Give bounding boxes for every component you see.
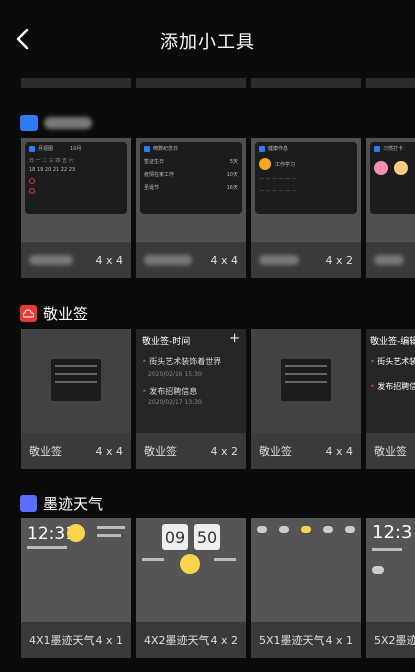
- app-icon: [144, 145, 150, 152]
- habit-icon: [374, 161, 388, 175]
- clock-digit-hour: 09: [162, 524, 188, 550]
- moon-icon: [180, 554, 200, 574]
- weather-icon: [372, 566, 384, 574]
- widget-name: 4X2墨迹天气: [144, 634, 210, 647]
- widget-card[interactable]: 敬业签-编辑 • 街头艺术装饰 • 发布招聘信息 敬业签: [366, 329, 415, 469]
- widget-name: 5X1墨迹天气: [259, 634, 325, 647]
- widget-card[interactable]: 12:31 4X1墨迹天气 4 x 1: [21, 518, 131, 658]
- widget-card[interactable]: 12:3 5X2墨迹天气: [366, 518, 415, 658]
- countdown-days: 10天: [226, 172, 238, 178]
- countdown-days: 16天: [226, 185, 238, 191]
- partial-widget-card[interactable]: [251, 78, 361, 88]
- widget-card[interactable]: 5X1墨迹天气 4 x 1: [251, 518, 361, 658]
- blurred-widget-name: [29, 255, 73, 265]
- weather-icon: [345, 526, 355, 533]
- widget-size: 4 x 1: [325, 633, 354, 647]
- weather-icon: [323, 526, 333, 533]
- partial-widget-card[interactable]: [21, 78, 131, 88]
- widget-preview-title: 健康作息: [268, 146, 289, 152]
- weather-icon: [301, 526, 311, 533]
- blurred-widget-name: [374, 255, 404, 265]
- note-date: 2020/02/16 15:30: [148, 371, 202, 378]
- widget-card[interactable]: 习惯打卡: [366, 138, 415, 278]
- widget-name: 敬业签: [259, 445, 292, 458]
- countdown-item: 疫情在家工作: [144, 172, 175, 178]
- moon-icon: [67, 524, 85, 542]
- widget-preview-title: 月视图: [38, 146, 54, 152]
- widget-size: 4 x 4: [95, 444, 124, 458]
- widget-name: 敬业签: [144, 445, 177, 458]
- widget-size: 4 x 2: [325, 253, 354, 267]
- widget-preview-title: 敬业签-编辑: [370, 337, 415, 347]
- countdown-days: 5天: [229, 159, 238, 165]
- widget-card[interactable]: 敬业签-时间 + • 街头艺术装饰着世界 2020/02/16 15:30 • …: [136, 329, 246, 469]
- widget-card[interactable]: 敬业签 4 x 4: [21, 329, 131, 469]
- moji-weather-app-icon: [20, 494, 37, 512]
- section-title: 墨迹天气: [43, 494, 104, 513]
- partial-widget-card[interactable]: [366, 78, 415, 88]
- widget-size: 4 x 1: [95, 633, 124, 647]
- note-text: 发布招聘信息: [149, 387, 198, 396]
- widget-card[interactable]: 健康作息 工作学习 — — — — — — — — — — — — 4 x 2: [251, 138, 361, 278]
- widget-name: 5X2墨迹天气: [374, 634, 415, 647]
- widget-size: 4 x 4: [325, 444, 354, 458]
- widget-card[interactable]: 敬业签 4 x 4: [251, 329, 361, 469]
- section-title: 敬业签: [43, 304, 89, 323]
- clock-icon: [259, 158, 271, 170]
- countdown-item: 圣诞节: [144, 185, 160, 191]
- jingyeqian-app-icon: [20, 304, 37, 322]
- partial-widget-card[interactable]: [136, 78, 246, 88]
- plus-icon: +: [229, 331, 240, 346]
- app-icon: [29, 145, 35, 152]
- widget-preview-title: 倒数纪念日: [153, 146, 179, 152]
- app-header: 添加小工具: [0, 0, 415, 78]
- app-icon: [20, 115, 38, 131]
- widget-row-jingyeqian: 敬业签 4 x 4 敬业签-时间 + • 街头艺术装饰着世界 2020/02/1…: [21, 329, 415, 469]
- widget-name: 4X1墨迹天气: [29, 634, 95, 647]
- blurred-widget-name: [144, 255, 192, 265]
- note-text: 发布招聘信息: [377, 382, 415, 391]
- app-icon: [374, 145, 380, 152]
- blurred-widget-name: [259, 255, 299, 265]
- widget-row-calendar: 月视图 10月 日 一 二 三 四 五 六 18 19 20 21 22 23 …: [21, 138, 415, 278]
- section-header-calendar: [20, 113, 92, 133]
- note-date: 2020/02/17 13:30: [148, 399, 202, 406]
- countdown-item: 签证生日: [144, 159, 165, 165]
- note-text: 街头艺术装饰着世界: [149, 357, 222, 366]
- widget-size: 4 x 4: [95, 253, 124, 267]
- widget-name: 敬业签: [374, 445, 407, 458]
- section-header-moji: 墨迹天气: [20, 493, 103, 513]
- widget-card[interactable]: 倒数纪念日 签证生日 5天 疫情在家工作 10天 圣诞节 16天 4 x 4: [136, 138, 246, 278]
- widget-row-moji: 12:31 4X1墨迹天气 4 x 1 09 50 4X2墨迹天气 4 x 2: [21, 518, 415, 658]
- weather-icon: [257, 526, 267, 533]
- widget-name: 敬业签: [29, 445, 62, 458]
- widget-preview-title: 敬业签-时间: [142, 337, 191, 347]
- widget-time: 12:3: [372, 522, 413, 543]
- widget-preview-title: 习惯打卡: [383, 146, 404, 152]
- widget-month: 10月: [70, 146, 82, 152]
- note-text: 街头艺术装饰: [377, 357, 415, 366]
- clock-digit-minute: 50: [194, 524, 220, 550]
- widget-size: 4 x 2: [210, 633, 239, 647]
- habit-icon: [394, 161, 408, 175]
- app-icon: [259, 145, 265, 152]
- schedule-task: 工作学习: [275, 161, 296, 168]
- widget-card[interactable]: 月视图 10月 日 一 二 三 四 五 六 18 19 20 21 22 23 …: [21, 138, 131, 278]
- widget-card[interactable]: 09 50 4X2墨迹天气 4 x 2: [136, 518, 246, 658]
- widget-size: 4 x 2: [210, 444, 239, 458]
- blurred-app-name: [44, 117, 92, 129]
- widget-size: 4 x 4: [210, 253, 239, 267]
- weather-icon: [279, 526, 289, 533]
- page-title: 添加小工具: [160, 32, 255, 53]
- section-header-jingyeqian: 敬业签: [20, 303, 88, 323]
